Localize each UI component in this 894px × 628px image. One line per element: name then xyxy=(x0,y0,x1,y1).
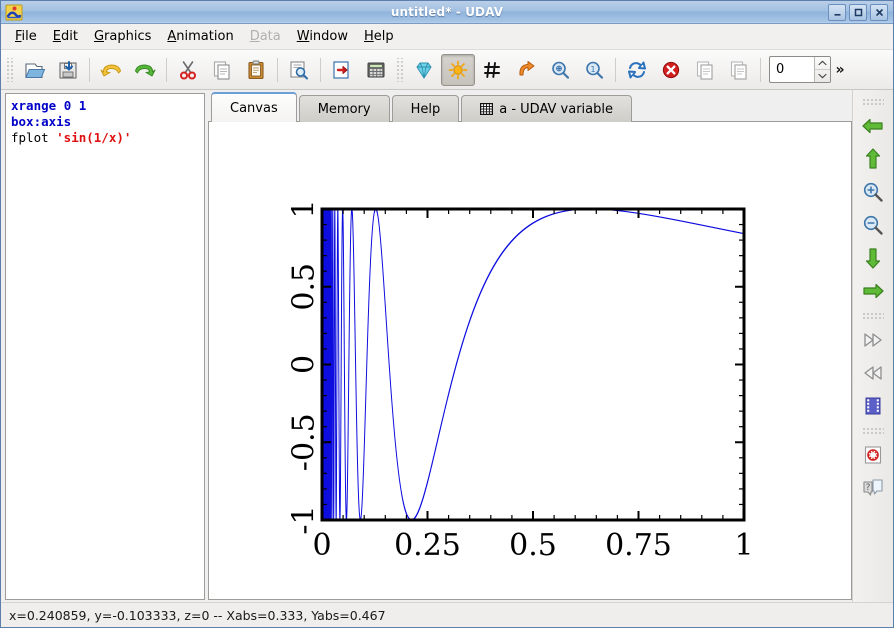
zoom-in-icon[interactable] xyxy=(857,176,889,208)
toolbar-grip[interactable] xyxy=(395,57,404,82)
title-bar: untitled* - UDAV xyxy=(1,1,893,24)
svg-text:0.75: 0.75 xyxy=(605,528,672,563)
tab-help-label: Help xyxy=(410,101,441,117)
arrow-right-icon[interactable] xyxy=(857,275,889,307)
grid-icon[interactable] xyxy=(475,54,509,86)
toolbar-grip[interactable] xyxy=(5,57,14,82)
svg-text:-1: -1 xyxy=(287,505,322,534)
toolbar-overflow-button[interactable]: » xyxy=(831,55,849,85)
light-icon[interactable] xyxy=(441,53,475,86)
spinbox-down-arrow[interactable] xyxy=(815,70,830,82)
script-line-2: box:axis xyxy=(11,114,72,129)
undo-icon[interactable] xyxy=(94,54,128,86)
menu-help[interactable]: Help xyxy=(356,26,402,47)
svg-text:?: ? xyxy=(866,483,871,493)
view-toolbar-grip[interactable] xyxy=(862,312,884,320)
table-icon xyxy=(480,103,494,116)
main-body: xrange 0 1 box:axis fplot 'sin(1/x)' Can… xyxy=(1,90,893,602)
menu-animation[interactable]: Animation xyxy=(159,26,241,47)
view-toolbar-grip[interactable] xyxy=(862,98,884,106)
menu-bar: File Edit Graphics Animation Data Window… xyxy=(1,24,893,50)
arrow-down-icon[interactable] xyxy=(857,242,889,274)
menu-window[interactable]: Window xyxy=(289,26,356,47)
refresh-icon[interactable] xyxy=(620,54,654,86)
copy-plot-icon[interactable] xyxy=(688,54,722,86)
script-line-3: fplot 'sin(1/x)' xyxy=(11,130,132,145)
svg-text:1: 1 xyxy=(734,528,753,563)
slice-spinbox[interactable]: 0 xyxy=(769,56,831,83)
sin-one-over-x-plot[interactable]: 0 0.25 0.5 0.75 1-1-0.500.51 xyxy=(209,122,852,592)
spinbox-up-arrow[interactable] xyxy=(815,57,830,70)
crystal-icon[interactable] xyxy=(407,54,441,86)
tab-canvas-label: Canvas xyxy=(230,100,278,116)
help-circle-icon[interactable] xyxy=(857,439,889,471)
menu-file[interactable]: File xyxy=(7,26,45,47)
plot-canvas[interactable]: 0 0.25 0.5 0.75 1 -1 -0.5 0 0.5 1 xyxy=(208,122,852,600)
redo-icon[interactable] xyxy=(128,54,162,86)
script-editor[interactable]: xrange 0 1 box:axis fplot 'sin(1/x)' xyxy=(5,93,205,600)
menu-graphics[interactable]: Graphics xyxy=(86,26,159,47)
find-icon[interactable] xyxy=(282,54,316,86)
fast-forward-icon[interactable] xyxy=(857,324,889,356)
svg-text:1: 1 xyxy=(590,65,595,74)
rotate-right-icon[interactable] xyxy=(509,54,543,86)
window-controls xyxy=(828,3,890,21)
minimize-button[interactable] xyxy=(828,3,846,21)
toolbar-separator xyxy=(277,57,278,82)
svg-text:0.5: 0.5 xyxy=(509,528,557,563)
rewind-icon[interactable] xyxy=(857,357,889,389)
tab-canvas[interactable]: Canvas xyxy=(211,92,297,122)
zoom-out-icon[interactable] xyxy=(857,209,889,241)
center-pane: Canvas Memory Help a - UDAV variable 0 0… xyxy=(208,92,852,600)
view-toolbar: ? xyxy=(852,90,893,602)
film-icon[interactable] xyxy=(857,390,889,422)
udav-app-icon xyxy=(5,4,23,21)
tab-memory[interactable]: Memory xyxy=(298,95,390,122)
tab-udav-variable-label: a - UDAV variable xyxy=(499,101,613,117)
stop-icon[interactable] xyxy=(654,54,688,86)
svg-text:-0.5: -0.5 xyxy=(287,413,322,471)
svg-text:1: 1 xyxy=(287,199,322,218)
tab-memory-label: Memory xyxy=(317,101,371,117)
zoom-one-icon[interactable]: 1 xyxy=(577,54,611,86)
arrow-up-icon[interactable] xyxy=(857,143,889,175)
paste-icon[interactable] xyxy=(239,54,273,86)
insert-icon[interactable] xyxy=(325,54,359,86)
arrow-left-icon[interactable] xyxy=(857,110,889,142)
svg-text:0.5: 0.5 xyxy=(287,263,322,311)
toolbar-separator xyxy=(615,57,616,82)
cut-icon[interactable] xyxy=(171,54,205,86)
toolbar-separator xyxy=(320,57,321,82)
copy-plot2-icon[interactable] xyxy=(722,54,756,86)
tab-bar: Canvas Memory Help a - UDAV variable xyxy=(208,92,852,122)
close-button[interactable] xyxy=(870,3,888,21)
udav-main-window: untitled* - UDAV File Edit Graphics Anim… xyxy=(0,0,894,628)
save-icon[interactable] xyxy=(51,54,85,86)
menu-edit[interactable]: Edit xyxy=(45,26,86,47)
tab-help[interactable]: Help xyxy=(391,95,460,122)
zoom-fit-icon[interactable] xyxy=(543,54,577,86)
menu-data: Data xyxy=(249,29,281,44)
toolbar-separator xyxy=(760,57,761,82)
toolbar-separator xyxy=(166,57,167,82)
copy-icon[interactable] xyxy=(205,54,239,86)
status-text: x=0.240859, y=-0.103333, z=0 -- Xabs=0.3… xyxy=(9,607,386,623)
open-icon[interactable] xyxy=(17,54,51,86)
window-title: untitled* - UDAV xyxy=(390,5,504,19)
view-toolbar-grip[interactable] xyxy=(862,427,884,435)
maximize-button[interactable] xyxy=(849,3,867,21)
svg-text:0.25: 0.25 xyxy=(394,528,461,563)
what-is-this-icon[interactable]: ? xyxy=(857,472,889,504)
toolbar-separator xyxy=(89,57,90,82)
slice-spinbox-arrows[interactable] xyxy=(814,57,830,82)
main-toolbar: 1 0 » xyxy=(1,50,893,90)
script-line-1: xrange 0 1 xyxy=(11,98,87,113)
status-bar: x=0.240859, y=-0.103333, z=0 -- Xabs=0.3… xyxy=(1,602,893,627)
calculator-icon[interactable] xyxy=(359,54,393,86)
tab-udav-variable[interactable]: a - UDAV variable xyxy=(461,95,632,122)
svg-text:0: 0 xyxy=(287,355,322,374)
slice-spinbox-value[interactable]: 0 xyxy=(770,57,814,82)
